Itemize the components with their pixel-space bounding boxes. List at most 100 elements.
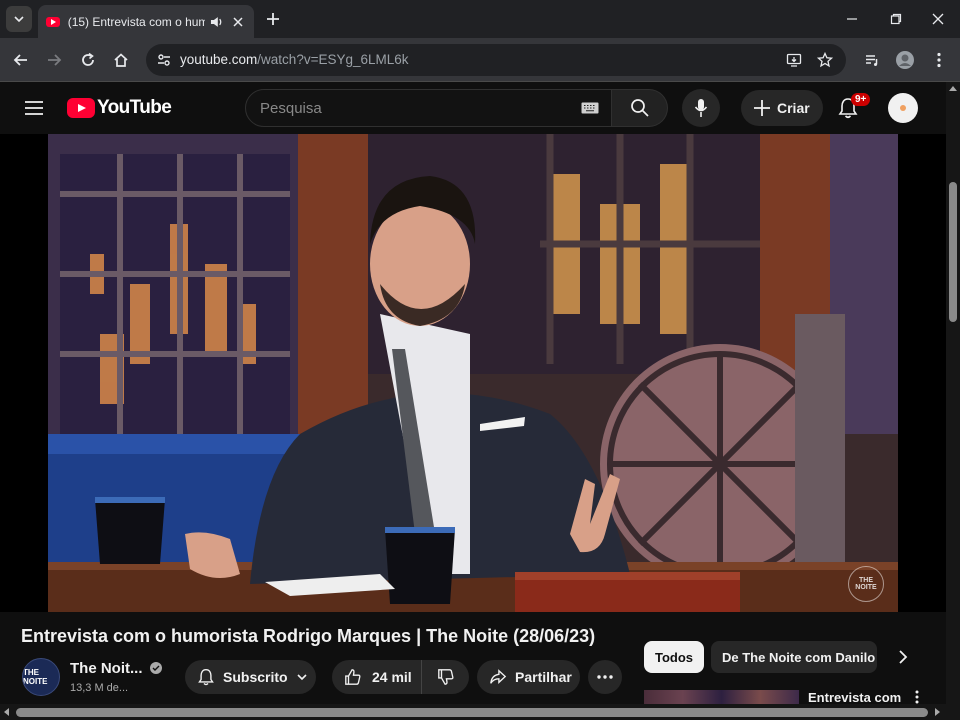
create-button[interactable]: Criar bbox=[741, 90, 823, 126]
url-path: /watch?v=ESYg_6LML6k bbox=[257, 52, 409, 67]
dislike-button[interactable] bbox=[422, 660, 469, 694]
home-icon bbox=[114, 53, 128, 67]
create-label: Criar bbox=[777, 100, 810, 116]
forward-button[interactable] bbox=[41, 47, 67, 73]
logo-text: YouTube bbox=[97, 97, 172, 118]
minimize-button[interactable] bbox=[830, 0, 874, 38]
watermark-text: THE NOITE bbox=[855, 577, 877, 591]
close-icon bbox=[932, 13, 944, 25]
tab-title: (15) Entrevista com o humorista Rodrigo … bbox=[67, 14, 205, 29]
url-domain: youtube.com bbox=[180, 52, 258, 67]
guide-menu-button[interactable] bbox=[22, 96, 46, 120]
tab-close-button[interactable] bbox=[230, 14, 246, 30]
share-icon bbox=[490, 669, 507, 684]
share-button[interactable]: Partilhar bbox=[477, 660, 580, 694]
reload-icon bbox=[82, 52, 94, 66]
chip-de-the-noite[interactable]: De The Noite com Danilo Gentili bbox=[711, 641, 877, 673]
tune-icon bbox=[158, 54, 170, 66]
more-vertical-icon bbox=[915, 690, 919, 704]
arrow-right-icon bbox=[48, 54, 62, 66]
install-icon bbox=[786, 53, 802, 67]
video-frame bbox=[0, 134, 946, 612]
account-avatar[interactable] bbox=[888, 93, 918, 123]
restore-icon bbox=[890, 13, 902, 25]
search-button[interactable] bbox=[612, 89, 668, 127]
plus-icon bbox=[267, 13, 279, 25]
like-dislike-group: 24 mil bbox=[332, 660, 469, 694]
playlist-icon bbox=[866, 55, 878, 66]
scroll-right-arrow-icon[interactable] bbox=[935, 708, 940, 716]
profile-avatar-icon bbox=[896, 51, 914, 69]
window-close-button[interactable] bbox=[916, 0, 960, 38]
more-actions-button[interactable] bbox=[588, 660, 622, 694]
browser-toolbar: youtube.com/watch?v=ESYg_6LML6k bbox=[0, 38, 960, 82]
chevron-right-icon bbox=[899, 650, 908, 664]
tab-search-button[interactable] bbox=[6, 6, 32, 32]
more-horizontal-icon bbox=[597, 675, 613, 679]
thumbs-up-icon bbox=[345, 669, 361, 685]
subscribed-label: Subscrito bbox=[223, 669, 288, 685]
close-icon bbox=[233, 16, 243, 27]
chevron-down-icon bbox=[297, 674, 307, 681]
scroll-up-arrow-icon[interactable] bbox=[949, 86, 957, 91]
channel-subscriber-count: 13,3 M de... bbox=[70, 682, 129, 694]
bookmark-button[interactable] bbox=[813, 48, 837, 72]
speaker-icon[interactable] bbox=[209, 14, 225, 30]
search-box bbox=[245, 89, 612, 127]
channel-avatar[interactable]: THE NOITE bbox=[22, 658, 60, 696]
youtube-play-icon bbox=[67, 98, 95, 118]
address-bar[interactable]: youtube.com/watch?v=ESYg_6LML6k bbox=[146, 44, 846, 76]
url-text: youtube.com/watch?v=ESYg_6LML6k bbox=[180, 52, 409, 67]
share-label: Partilhar bbox=[515, 669, 572, 685]
reload-button[interactable] bbox=[75, 47, 101, 73]
browser-menu-button[interactable] bbox=[926, 47, 952, 73]
vertical-scroll-thumb[interactable] bbox=[949, 182, 957, 322]
vertical-scrollbar[interactable] bbox=[946, 82, 960, 706]
more-vertical-icon bbox=[937, 52, 941, 68]
youtube-favicon-icon bbox=[46, 16, 60, 27]
like-count: 24 mil bbox=[372, 669, 412, 685]
verified-badge-icon bbox=[150, 662, 162, 674]
notifications-badge: 9+ bbox=[851, 93, 871, 106]
bell-icon bbox=[198, 668, 214, 686]
thumbs-down-icon bbox=[437, 669, 454, 685]
like-button[interactable]: 24 mil bbox=[332, 660, 422, 694]
media-controls-button[interactable] bbox=[859, 47, 885, 73]
new-tab-button[interactable] bbox=[262, 8, 284, 30]
recommendation-menu-button[interactable] bbox=[910, 690, 924, 704]
scroll-left-arrow-icon[interactable] bbox=[4, 708, 9, 716]
channel-watermark: THE NOITE bbox=[848, 566, 884, 602]
youtube-header: YouTube Criar 9+ bbox=[0, 82, 946, 134]
home-button[interactable] bbox=[108, 47, 134, 73]
subscribed-button[interactable]: Subscrito bbox=[185, 660, 316, 694]
video-title: Entrevista com o humorista Rodrigo Marqu… bbox=[21, 626, 596, 646]
keyboard-icon bbox=[581, 102, 599, 114]
install-app-button[interactable] bbox=[782, 48, 806, 72]
microphone-icon bbox=[694, 99, 708, 117]
site-info-button[interactable] bbox=[152, 48, 176, 72]
horizontal-scroll-thumb[interactable] bbox=[16, 708, 928, 717]
chip-todos[interactable]: Todos bbox=[644, 641, 704, 673]
plus-icon bbox=[754, 100, 770, 116]
chevron-down-icon bbox=[14, 16, 24, 23]
keyboard-button[interactable] bbox=[580, 100, 600, 116]
back-button[interactable] bbox=[8, 47, 34, 73]
horizontal-scrollbar[interactable] bbox=[0, 704, 960, 720]
channel-name[interactable]: The Noit... bbox=[70, 660, 143, 677]
browser-tab[interactable]: (15) Entrevista com o humorista Rodrigo … bbox=[38, 5, 254, 38]
hamburger-icon bbox=[25, 101, 43, 115]
video-player[interactable]: THE NOITE bbox=[0, 134, 946, 612]
recommendation-thumbnail[interactable] bbox=[644, 690, 799, 704]
search-input[interactable] bbox=[260, 98, 570, 118]
restore-button[interactable] bbox=[874, 0, 918, 38]
recommendation-title[interactable]: Entrevista com bbox=[808, 690, 901, 705]
minimize-icon bbox=[847, 18, 857, 20]
youtube-logo[interactable]: YouTube bbox=[67, 97, 172, 119]
browser-tab-strip: (15) Entrevista com o humorista Rodrigo … bbox=[0, 0, 960, 38]
chips-next-button[interactable] bbox=[892, 646, 914, 668]
arrow-left-icon bbox=[13, 54, 27, 66]
voice-search-button[interactable] bbox=[682, 89, 720, 127]
search-icon bbox=[630, 99, 649, 117]
profile-button[interactable] bbox=[892, 47, 918, 73]
star-icon bbox=[817, 52, 833, 68]
